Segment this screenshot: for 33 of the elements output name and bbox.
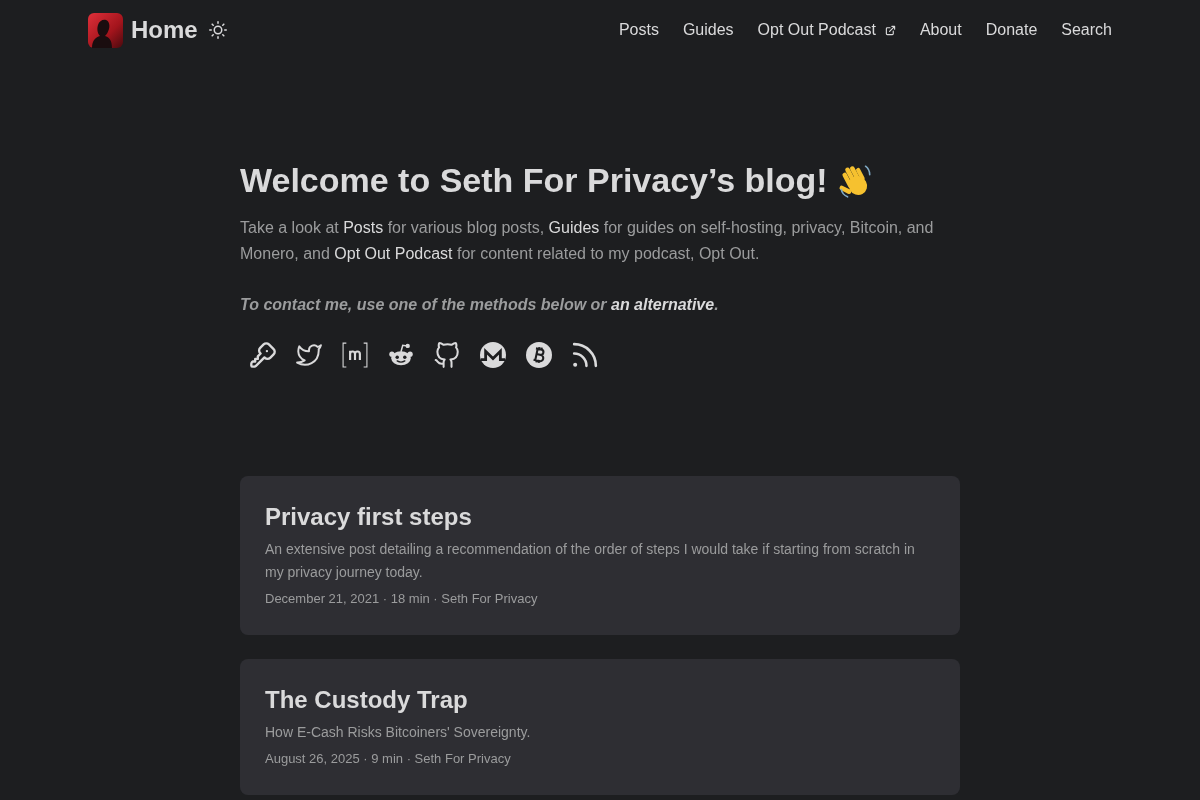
key-icon[interactable] [250,342,276,368]
inline-link[interactable]: Guides [548,219,600,236]
matrix-icon[interactable] [342,342,368,368]
post-card[interactable]: Privacy first steps An extensive post detailing a recommendation of the order of steps I would take if starting from scratch in my privacy journey today. December 21, 2021 · 18 min · Seth For Privacy [240,476,960,635]
bitcoin-icon[interactable] [526,342,552,368]
post-meta: August 26, 2025 · 9 min · Seth For Privacy [265,750,512,768]
post-meta: December 21, 2021 · 18 min · Seth For Privacy [265,590,539,608]
nav-link[interactable]: Posts [618,18,659,42]
inline-link[interactable]: Opt Out Podcast [334,245,453,262]
contact-text: To contact me, use one of the methods below or an alternative. [240,295,720,315]
reddit-icon[interactable] [388,342,414,368]
bird-icon[interactable] [296,342,322,368]
post-title: Privacy first steps [265,502,473,532]
github-icon[interactable] [434,342,460,368]
inline-link[interactable]: an alternative [611,296,715,313]
nav-link[interactable]: Guides [682,18,734,42]
post-description: How E-Cash Risks Bitcoiners' Sovereignty. [265,723,532,742]
nav-link[interactable]: About [919,18,962,42]
home-link[interactable]: Home [88,12,198,48]
rss-icon[interactable] [572,342,598,368]
inline-link[interactable]: Posts [343,219,384,236]
page-heading: Welcome to Seth For Privacy’s blog! [240,160,828,201]
nav-link[interactable]: Donate [985,18,1038,42]
avatar-placeholder [88,12,123,48]
post-title: The Custody Trap [265,685,469,715]
monero-icon[interactable] [480,342,506,368]
intro-text: Take a look at Posts for various blog posts, Guides for guides on self-hosting, privacy, Bitcoin, and Monero, and Opt Out Podcast for content related to my podcast, Opt Out. [240,218,935,264]
post-description: An extensive post detailing a recommendation of the order of steps I would take if starting from scratch in my privacy journey today. [265,540,916,582]
post-card[interactable]: The Custody Trap How E-Cash Risks Bitcoiners' Sovereignty. August 26, 2025 · 9 min · Seth For Privacy [240,659,960,795]
nav-link[interactable]: Opt Out Podcast [757,18,896,42]
nav-link[interactable]: Search [1061,18,1112,42]
external-link-icon [884,24,896,36]
sun-icon[interactable] [208,21,227,39]
